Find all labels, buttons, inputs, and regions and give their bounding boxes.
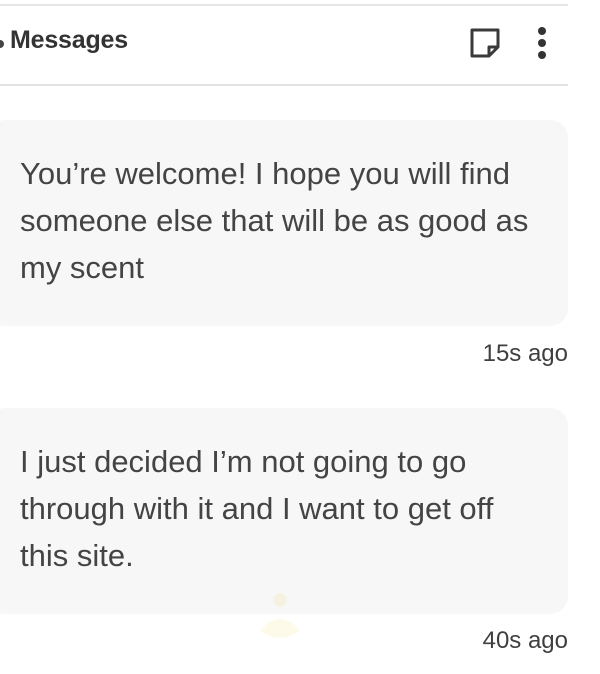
message-timestamp: 15s ago (482, 340, 568, 367)
messages-header: Messages (0, 6, 568, 86)
message-timestamp: 40s ago (482, 627, 568, 654)
back-icon[interactable] (0, 40, 4, 48)
message-text: I just decided I’m not going to go throu… (20, 444, 494, 573)
message-text: You’re welcome! I hope you will find som… (20, 156, 529, 285)
note-icon[interactable] (468, 26, 502, 60)
more-vertical-icon[interactable] (528, 24, 556, 62)
watermark-icon (260, 593, 300, 638)
message-bubble: I just decided I’m not going to go throu… (0, 408, 568, 614)
page-title: Messages (10, 26, 128, 54)
message-bubble: You’re welcome! I hope you will find som… (0, 120, 568, 326)
